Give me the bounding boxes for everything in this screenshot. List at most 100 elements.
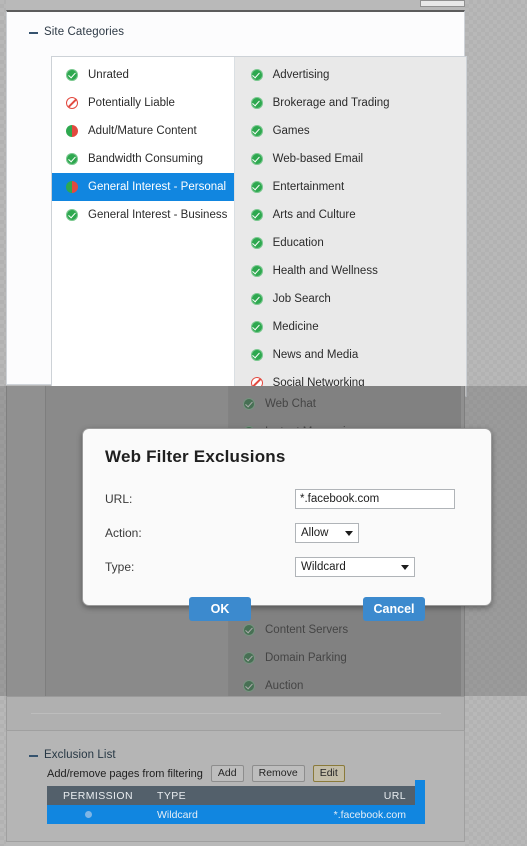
category-item-general-interest-business[interactable]: General Interest - Business	[52, 201, 234, 229]
subcategory-item-news-and-media[interactable]: News and Media	[235, 341, 466, 369]
subcategory-item-job-search[interactable]: Job Search	[235, 285, 466, 313]
cell-url: *.facebook.com	[333, 808, 406, 821]
type-form-row: Type: Wildcard	[105, 551, 469, 583]
cell-permission	[47, 809, 157, 821]
action-label: Action:	[105, 526, 142, 540]
category-label: Unrated	[88, 69, 129, 81]
category-list-box: Unrated Potentially Liable Adult/Mature …	[51, 56, 467, 397]
subcategory-label: Brokerage and Trading	[272, 97, 390, 109]
type-label: Type:	[105, 560, 135, 574]
action-select[interactable]: Allow	[295, 523, 359, 543]
subcategory-label: Arts and Culture	[272, 209, 356, 221]
subcategory-item-health-and-wellness[interactable]: Health and Wellness	[235, 257, 466, 285]
column-header-url: URL	[383, 789, 406, 802]
table-header-row: PERMISSION TYPE URL	[47, 786, 424, 805]
subcategory-item-medicine[interactable]: Medicine	[235, 313, 466, 341]
category-label: General Interest - Personal	[88, 181, 227, 193]
add-button[interactable]: Add	[210, 765, 244, 782]
ok-button[interactable]: OK	[189, 597, 251, 621]
minus-icon[interactable]	[29, 755, 38, 757]
monitor-status-icon	[66, 181, 78, 193]
allow-status-icon	[250, 97, 263, 109]
allow-status-icon	[250, 69, 263, 81]
category-item-unrated[interactable]: Unrated	[52, 61, 234, 89]
category-item-adult-mature-content[interactable]: Adult/Mature Content	[52, 117, 234, 145]
allow-status-icon	[250, 237, 263, 249]
subcategory-item-advertising[interactable]: Advertising	[235, 61, 466, 89]
permission-status-icon	[85, 810, 92, 818]
exclusion-list-panel: Exclusion List Add/remove pages from fil…	[6, 730, 465, 842]
exclusion-list-title: Exclusion List	[44, 749, 116, 761]
subcategory-item-brokerage-and-trading[interactable]: Brokerage and Trading	[235, 89, 466, 117]
allow-status-icon	[250, 349, 263, 361]
subcategory-label: Entertainment	[272, 181, 345, 193]
subcategory-label: Medicine	[272, 321, 319, 333]
subcategory-label: Games	[272, 125, 310, 137]
category-label: Bandwidth Consuming	[88, 153, 204, 165]
site-categories-header[interactable]: Site Categories	[7, 12, 464, 46]
allow-status-icon	[66, 153, 78, 165]
panel-separator-strip	[6, 696, 465, 730]
edit-button[interactable]: Edit	[312, 765, 345, 782]
site-categories-title: Site Categories	[44, 26, 125, 38]
category-label: Adult/Mature Content	[88, 125, 197, 137]
allow-status-icon	[250, 209, 263, 221]
screenshot-root: Site Categories Unrated Potentially Liab…	[0, 0, 527, 846]
url-form-row: URL:	[105, 483, 469, 515]
allow-status-icon	[66, 209, 78, 221]
block-status-icon	[66, 97, 78, 109]
subcategory-item-education[interactable]: Education	[235, 229, 466, 257]
category-item-general-interest-personal[interactable]: General Interest - Personal	[52, 173, 234, 201]
subcategory-item-arts-and-culture[interactable]: Arts and Culture	[235, 201, 466, 229]
allow-status-icon	[250, 153, 263, 165]
column-header-permission: PERMISSION	[63, 789, 133, 802]
allow-status-icon	[250, 125, 263, 137]
subcategory-item-web-based-email[interactable]: Web-based Email	[235, 145, 466, 173]
dialog-button-row: OK Cancel	[105, 597, 469, 621]
subcategory-item-entertainment[interactable]: Entertainment	[235, 173, 466, 201]
allow-status-icon	[250, 181, 263, 193]
exclusion-list-description: Add/remove pages from filtering	[47, 767, 203, 780]
subcategory-label: Health and Wellness	[272, 265, 378, 277]
type-select[interactable]: Wildcard	[295, 557, 415, 577]
monitor-status-icon	[66, 125, 78, 137]
cancel-button[interactable]: Cancel	[363, 597, 425, 621]
column-header-type: TYPE	[157, 789, 187, 802]
allow-status-icon	[250, 321, 263, 333]
category-label: General Interest - Business	[88, 209, 228, 221]
subcategory-label: Web-based Email	[272, 153, 364, 165]
url-label: URL:	[105, 492, 133, 506]
remove-button[interactable]: Remove	[251, 765, 305, 782]
allow-status-icon	[250, 265, 263, 277]
category-label: Potentially Liable	[88, 97, 175, 109]
subcategory-label: Education	[272, 237, 324, 249]
category-item-potentially-liable[interactable]: Potentially Liable	[52, 89, 234, 117]
divider	[31, 713, 441, 714]
subcategory-label: News and Media	[272, 349, 359, 361]
subcategory-item-games[interactable]: Games	[235, 117, 466, 145]
exclusion-table: PERMISSION TYPE URL Wildcard *.facebook.…	[47, 780, 425, 824]
chevron-down-icon	[345, 530, 353, 536]
table-row[interactable]: Wildcard *.facebook.com	[47, 805, 424, 824]
minus-icon[interactable]	[29, 32, 38, 34]
window-chrome-fragment	[420, 0, 465, 7]
cell-type: Wildcard	[157, 808, 198, 821]
subcategory-label: Job Search	[272, 293, 331, 305]
chevron-down-icon	[401, 564, 409, 570]
site-categories-panel: Site Categories Unrated Potentially Liab…	[6, 10, 467, 397]
action-select-value: Allow	[301, 527, 329, 539]
category-column-right: Advertising Brokerage and Trading Games …	[234, 57, 466, 396]
action-form-row: Action: Allow	[105, 517, 469, 549]
allow-status-icon	[250, 293, 263, 305]
category-item-bandwidth-consuming[interactable]: Bandwidth Consuming	[52, 145, 234, 173]
exclusion-list-toolbar: Add/remove pages from filtering Add Remo…	[7, 765, 464, 782]
type-select-value: Wildcard	[301, 561, 346, 573]
category-column-left: Unrated Potentially Liable Adult/Mature …	[52, 57, 235, 396]
exclusion-list-header[interactable]: Exclusion List	[7, 731, 464, 765]
scrollbar-thumb[interactable]	[415, 780, 425, 824]
dialog-title: Web Filter Exclusions	[105, 447, 286, 466]
web-filter-exclusions-dialog: Web Filter Exclusions URL: Action: Allow…	[82, 428, 492, 621]
allow-status-icon	[66, 69, 78, 81]
subcategory-label: Advertising	[272, 69, 330, 81]
url-input[interactable]	[295, 489, 455, 509]
